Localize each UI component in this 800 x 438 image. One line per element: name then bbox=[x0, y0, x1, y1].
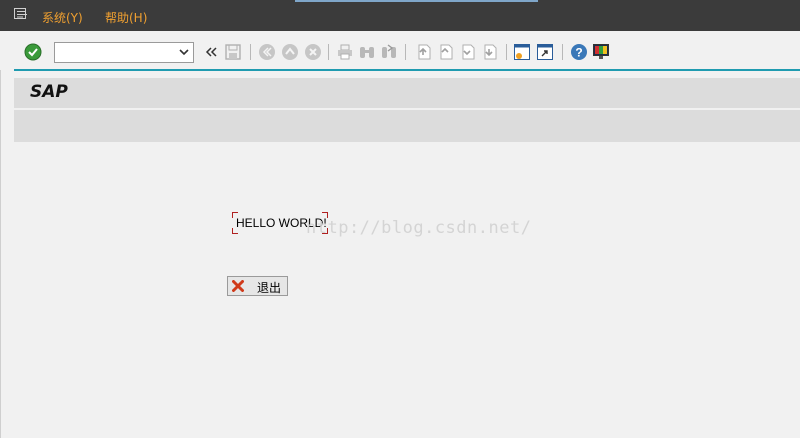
find-next-icon[interactable] bbox=[380, 43, 398, 61]
application-toolbar bbox=[14, 110, 800, 142]
command-field[interactable] bbox=[54, 42, 194, 63]
menu-icon[interactable] bbox=[14, 8, 28, 20]
help-icon[interactable]: ? bbox=[570, 43, 588, 61]
back-icon[interactable] bbox=[258, 43, 276, 61]
toolbar-separator bbox=[405, 44, 406, 60]
collapse-icon[interactable] bbox=[202, 43, 220, 61]
shortcut-icon[interactable] bbox=[536, 43, 554, 61]
exit-icon[interactable] bbox=[281, 43, 299, 61]
exit-button-label: 退出 bbox=[257, 281, 282, 295]
toolbar-separator bbox=[562, 44, 563, 60]
toolbar-separator bbox=[328, 44, 329, 60]
print-icon[interactable] bbox=[336, 43, 354, 61]
create-session-icon[interactable] bbox=[513, 43, 531, 61]
page-title: SAP bbox=[30, 82, 68, 102]
first-page-icon[interactable] bbox=[414, 43, 432, 61]
toolbar-accent-line bbox=[14, 69, 800, 71]
exit-button[interactable]: 退出 bbox=[227, 276, 288, 296]
toolbar-separator bbox=[250, 44, 251, 60]
cancel-icon[interactable] bbox=[304, 43, 322, 61]
title-bar: SAP bbox=[14, 78, 800, 108]
menu-help[interactable]: 帮助(H) bbox=[105, 9, 147, 26]
save-icon[interactable] bbox=[224, 43, 242, 61]
enter-icon[interactable] bbox=[24, 43, 42, 61]
window-highlight-line bbox=[295, 0, 538, 2]
menu-system[interactable]: 系统(Y) bbox=[42, 9, 83, 26]
window-left-border bbox=[0, 70, 1, 438]
previous-page-icon[interactable] bbox=[436, 43, 454, 61]
standard-toolbar: ? bbox=[0, 31, 800, 70]
last-page-icon[interactable] bbox=[480, 43, 498, 61]
menu-bar: 系统(Y) 帮助(H) bbox=[0, 0, 800, 31]
customize-layout-icon[interactable] bbox=[592, 43, 610, 61]
watermark-text: http://blog.csdn.net/ bbox=[306, 218, 532, 238]
toolbar-separator bbox=[506, 44, 507, 60]
svg-text:?: ? bbox=[575, 46, 582, 60]
chevron-down-icon[interactable] bbox=[179, 47, 189, 57]
close-icon bbox=[232, 280, 244, 292]
find-icon[interactable] bbox=[358, 43, 376, 61]
next-page-icon[interactable] bbox=[458, 43, 476, 61]
